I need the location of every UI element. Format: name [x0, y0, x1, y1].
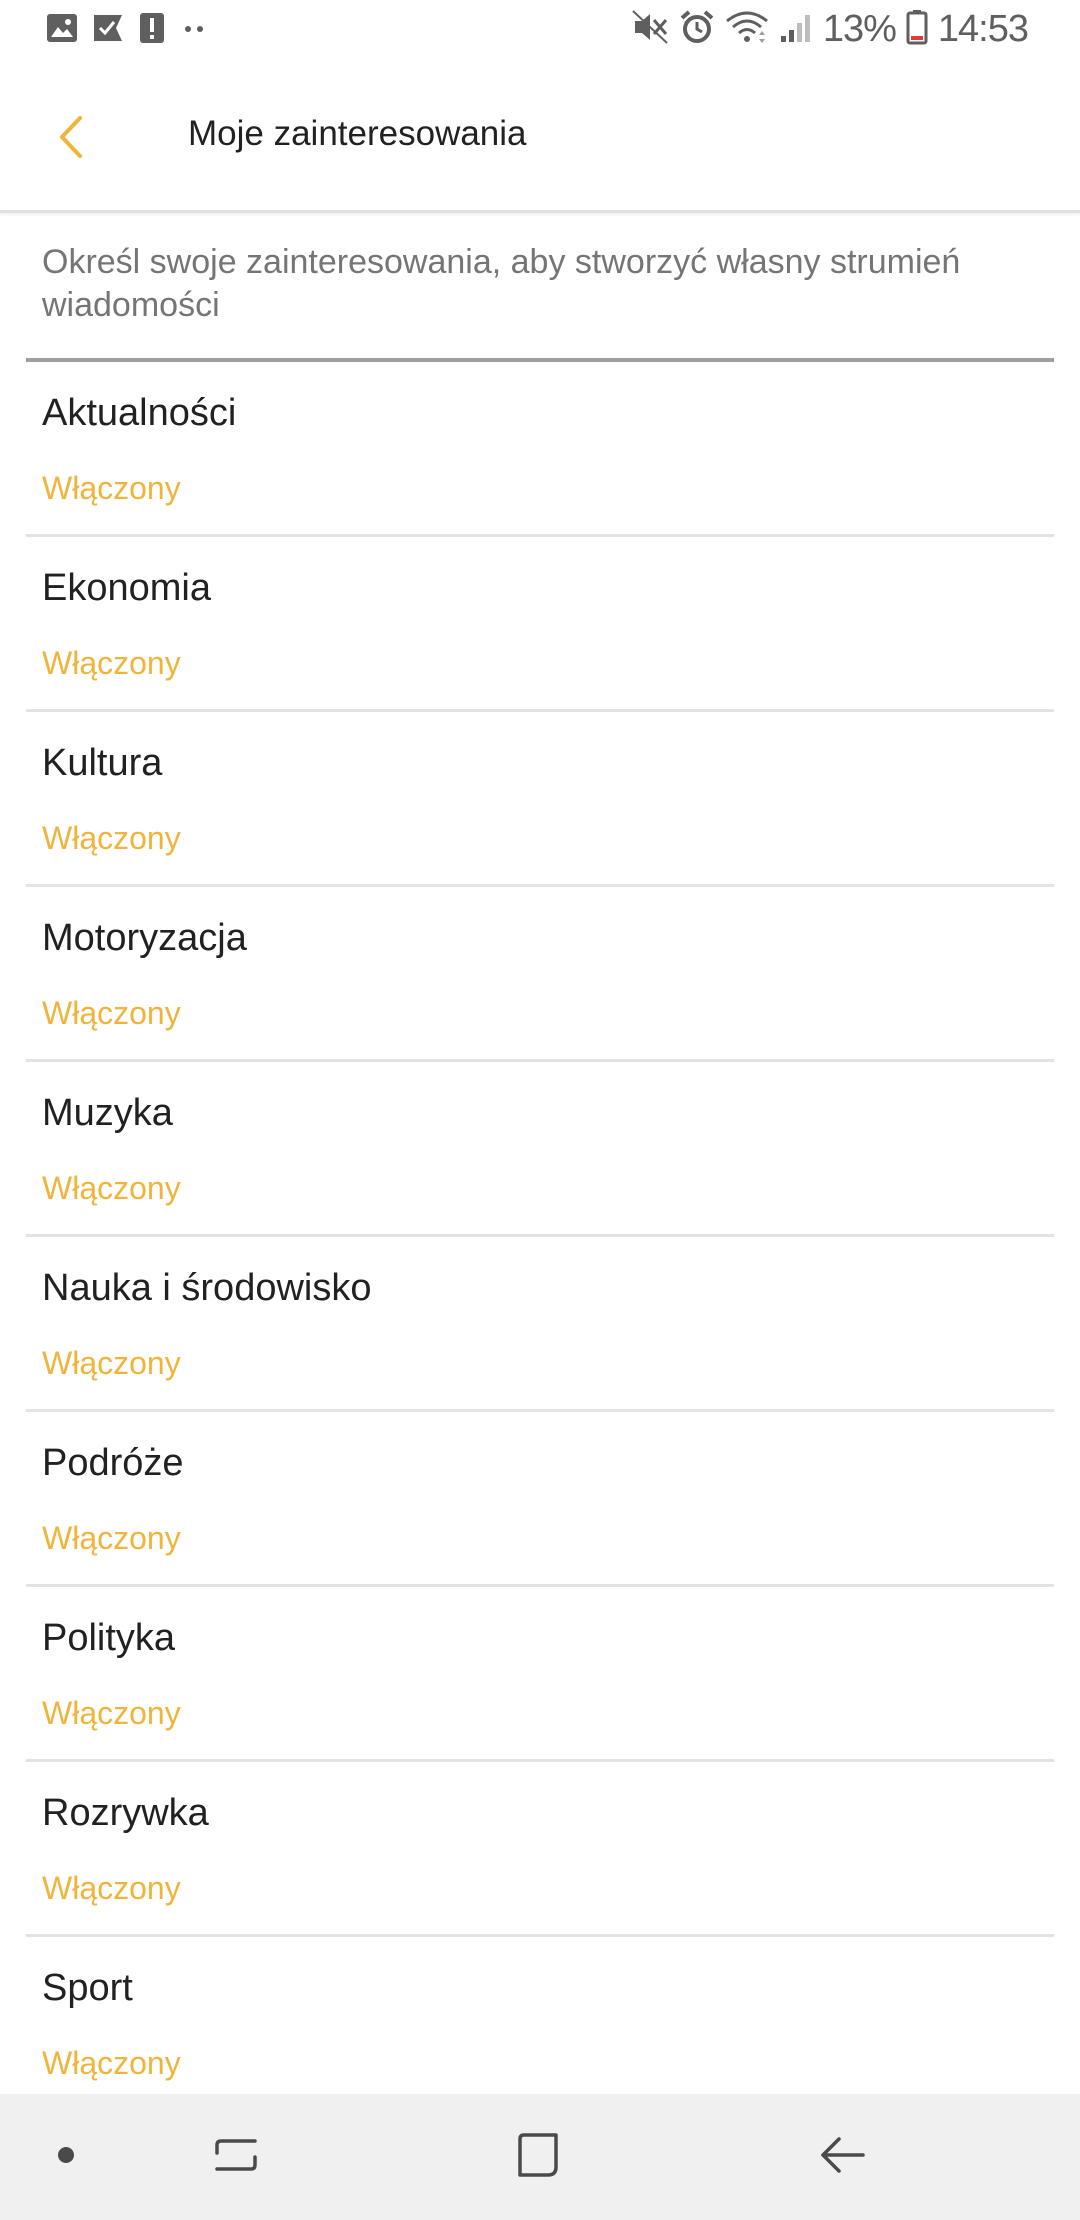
wifi-icon	[725, 9, 769, 50]
list-item[interactable]: Ekonomia Włączony	[26, 537, 1054, 712]
list-item[interactable]: Muzyka Włączony	[26, 1062, 1054, 1237]
list-item[interactable]: Rozrywka Włączony	[26, 1762, 1054, 1937]
interest-name: Podróże	[42, 1442, 184, 1484]
description-text: Określ swoje zainteresowania, aby stworz…	[42, 243, 961, 324]
home-button[interactable]	[488, 2094, 588, 2220]
recent-apps-button[interactable]	[186, 2094, 286, 2220]
list-item[interactable]: Polityka Włączony	[26, 1587, 1054, 1762]
more-dots-icon	[180, 13, 210, 48]
check-flag-icon	[92, 13, 124, 48]
interest-status: Włączony	[42, 2045, 181, 2081]
interest-name: Aktualności	[42, 392, 237, 434]
recent-apps-icon	[211, 2133, 261, 2182]
list-item[interactable]: Kultura Włączony	[26, 712, 1054, 887]
back-arrow-icon	[817, 2133, 867, 2182]
nav-dot-button[interactable]	[36, 2094, 96, 2220]
interest-status: Włączony	[42, 1345, 181, 1381]
interest-name: Muzyka	[42, 1092, 173, 1134]
status-left-icons	[46, 12, 210, 49]
gallery-icon	[46, 13, 78, 48]
signal-icon	[779, 10, 813, 49]
status-bar: 13% 14:53	[0, 0, 1080, 64]
page-title: Moje zainteresowania	[188, 114, 527, 153]
interest-status: Włączony	[42, 1170, 181, 1206]
interest-name: Motoryzacja	[42, 917, 247, 959]
nav-back-button[interactable]	[792, 2094, 892, 2220]
interest-list: Aktualności Włączony Ekonomia Włączony K…	[26, 362, 1054, 2112]
interest-status: Włączony	[42, 1870, 181, 1906]
list-item[interactable]: Aktualności Włączony	[26, 362, 1054, 537]
alarm-icon	[679, 9, 715, 50]
interest-name: Rozrywka	[42, 1792, 209, 1834]
interest-status: Włączony	[42, 470, 181, 506]
battery-percent: 13%	[822, 8, 897, 50]
interest-status: Włączony	[42, 1520, 181, 1556]
system-nav-bar	[0, 2094, 1080, 2220]
interest-status: Włączony	[42, 820, 181, 856]
battery-icon	[906, 9, 928, 50]
interest-name: Ekonomia	[42, 567, 211, 609]
interest-status: Włączony	[42, 645, 181, 681]
mute-icon	[631, 9, 669, 50]
list-item[interactable]: Nauka i środowisko Włączony	[26, 1237, 1054, 1412]
description-section: Określ swoje zainteresowania, aby stworz…	[26, 213, 1054, 362]
interest-name: Sport	[42, 1967, 133, 2009]
interest-name: Kultura	[42, 742, 163, 784]
list-item[interactable]: Motoryzacja Włączony	[26, 887, 1054, 1062]
alert-icon	[138, 12, 166, 49]
interest-name: Nauka i środowisko	[42, 1267, 372, 1309]
home-icon	[514, 2131, 562, 2184]
interest-status: Włączony	[42, 1695, 181, 1731]
app-bar: Moje zainteresowania	[0, 64, 1080, 213]
status-right-icons: 13% 14:53	[631, 8, 1029, 51]
dot-icon	[56, 2145, 76, 2170]
chevron-left-icon	[54, 114, 88, 165]
interest-name: Polityka	[42, 1617, 176, 1659]
list-item[interactable]: Podróże Włączony	[26, 1412, 1054, 1587]
clock: 14:53	[937, 8, 1029, 50]
back-button[interactable]	[36, 104, 106, 174]
interest-status: Włączony	[42, 995, 181, 1031]
list-item[interactable]: Sport Włączony	[26, 1937, 1054, 2112]
